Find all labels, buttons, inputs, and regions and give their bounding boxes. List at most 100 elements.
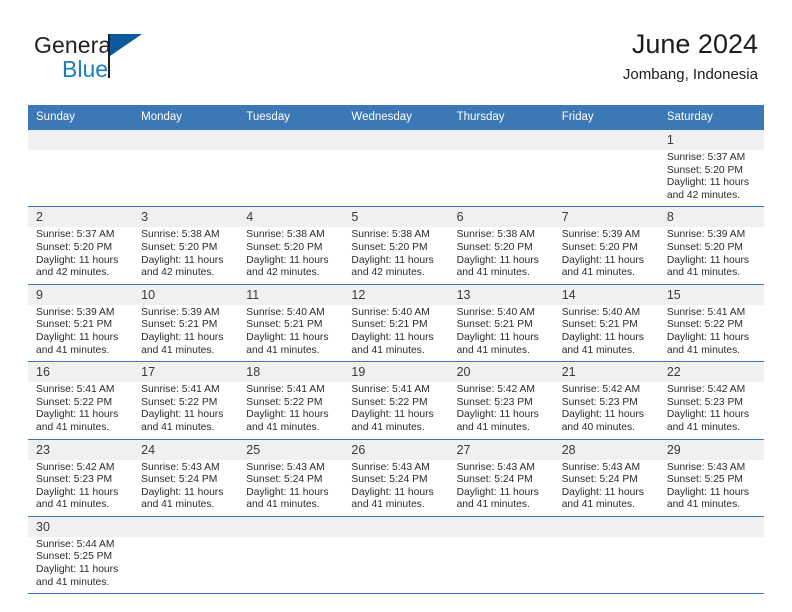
calendar-week-row: 9 Sunrise: 5:39 AM Sunset: 5:21 PM Daylight… (28, 284, 764, 363)
weekday-header-tuesday: Tuesday (246, 111, 290, 123)
calendar-day-cell[interactable]: 8 Sunrise: 5:39 AM Sunset: 5:20 PM Daylight… (658, 207, 764, 284)
day-sun-info: Sunrise: 5:38 AM Sunset: 5:20 PM Daylight:… (238, 227, 343, 283)
sunrise-text: Sunrise: 5:40 AM (246, 306, 325, 318)
day-sun-info: Sunrise: 5:42 AM Sunset: 5:23 PM Daylight:… (554, 382, 659, 438)
calendar-day-cell[interactable]: 4 Sunrise: 5:38 AM Sunset: 5:20 PM Daylight… (238, 207, 344, 284)
calendar-day-cell[interactable]: 15 Sunrise: 5:41 AM Sunset: 5:22 PM Dayligh… (658, 284, 764, 362)
calendar-day-cell[interactable]: 17 Sunrise: 5:41 AM Sunset: 5:22 PM Dayligh… (133, 362, 239, 439)
sunrise-text: Sunrise: 5:42 AM (36, 461, 115, 473)
day-number: 15 (658, 284, 764, 305)
general-blue-logo[interactable]: General Blue (34, 32, 174, 88)
calendar-day-cell[interactable]: 21 Sunrise: 5:42 AM Sunset: 5:23 PM Dayligh… (553, 362, 659, 439)
day-number: 4 (238, 207, 344, 228)
calendar-day-cell[interactable]: 19 Sunrise: 5:41 AM Sunset: 5:22 PM Dayligh… (343, 362, 449, 439)
calendar-day-cell[interactable]: 10 Sunrise: 5:39 AM Sunset: 5:21 PM Dayligh… (133, 284, 239, 362)
day-number: 8 (658, 207, 764, 228)
day-number: 12 (343, 284, 449, 305)
day-number: 2 (28, 207, 134, 228)
day-number (28, 130, 134, 150)
day-number: 7 (553, 207, 659, 228)
sunrise-text: Sunrise: 5:41 AM (351, 384, 430, 396)
day-sun-info: Sunrise: 5:42 AM Sunset: 5:23 PM Daylight:… (659, 382, 764, 438)
calendar-day-cell[interactable]: 3 Sunrise: 5:38 AM Sunset: 5:20 PM Daylight… (133, 207, 239, 284)
day-number: 5 (343, 207, 449, 228)
calendar-day-cell[interactable]: 29 Sunrise: 5:43 AM Sunset: 5:25 PM Dayligh… (658, 439, 764, 516)
calendar-day-cell-empty (28, 130, 134, 207)
sunrise-text: Sunrise: 5:43 AM (561, 461, 641, 473)
calendar-day-cell[interactable]: 1 Sunrise: 5:37 AM Sunset: 5:20 PM Daylight… (658, 130, 764, 207)
sunrise-text: Sunrise: 5:40 AM (351, 306, 430, 318)
calendar-day-cell[interactable]: 13 Sunrise: 5:40 AM Sunset: 5:21 PM Dayligh… (448, 284, 554, 362)
sunrise-text: Sunrise: 5:43 AM (351, 461, 430, 473)
sunrise-text: Sunrise: 5:38 AM (456, 229, 535, 241)
calendar-day-cell[interactable]: 6 Sunrise: 5:38 AM Sunset: 5:20 PM Daylight… (448, 207, 554, 284)
sunset-text: Sunset: 5:20 PM (456, 241, 533, 253)
calendar-day-cell[interactable]: 27 Sunrise: 5:43 AM Sunset: 5:24 PM Dayligh… (448, 439, 554, 516)
calendar-day-cell[interactable]: 9 Sunrise: 5:39 AM Sunset: 5:21 PM Daylight… (28, 284, 134, 362)
daylight-text: Daylight: 11 hours and 42 minutes. (351, 254, 434, 279)
calendar-grid: Sunday Monday Tuesday Wednesday Thursday Frid… (28, 105, 764, 595)
sunrise-text: Sunrise: 5:43 AM (456, 461, 535, 473)
calendar-day-cell[interactable]: 22 Sunrise: 5:42 AM Sunset: 5:23 PM Dayligh… (658, 362, 764, 439)
calendar-day-cell[interactable]: 11 Sunrise: 5:40 AM Sunset: 5:21 PM Dayligh… (238, 284, 344, 362)
daylight-text: Daylight: 11 hours and 40 minutes. (561, 409, 644, 433)
day-sun-info: Sunrise: 5:43 AM Sunset: 5:24 PM Daylight:… (554, 460, 659, 516)
day-number (238, 516, 344, 537)
day-number: 20 (448, 362, 554, 383)
day-sun-info: Sunrise: 5:41 AM Sunset: 5:22 PM Daylight:… (238, 382, 343, 438)
daylight-text: Daylight: 11 hours and 41 minutes. (141, 486, 224, 511)
calendar-day-cell[interactable]: 23 Sunrise: 5:42 AM Sunset: 5:23 PM Dayligh… (28, 439, 134, 516)
day-number: 16 (28, 362, 134, 383)
day-sun-info: Sunrise: 5:40 AM Sunset: 5:21 PM Daylight:… (238, 305, 343, 361)
daylight-text: Daylight: 11 hours and 41 minutes. (456, 331, 539, 356)
day-sun-info: Sunrise: 5:37 AM Sunset: 5:20 PM Daylight:… (28, 227, 133, 283)
day-number: 24 (133, 439, 239, 460)
sunset-text: Sunset: 5:20 PM (561, 241, 638, 253)
day-sun-info: Sunrise: 5:40 AM Sunset: 5:21 PM Daylight:… (449, 305, 554, 361)
sunrise-text: Sunrise: 5:42 AM (666, 384, 746, 396)
calendar-day-cell[interactable]: 30 Sunrise: 5:44 AM Sunset: 5:25 PM Dayligh… (28, 516, 134, 594)
calendar-day-cell[interactable]: 12 Sunrise: 5:40 AM Sunset: 5:21 PM Dayligh… (343, 284, 449, 362)
day-number: 6 (448, 207, 554, 228)
calendar-day-cell[interactable]: 16 Sunrise: 5:41 AM Sunset: 5:22 PM Dayligh… (28, 362, 134, 439)
day-sun-info: Sunrise: 5:38 AM Sunset: 5:20 PM Daylight:… (133, 227, 238, 283)
day-sun-info: Sunrise: 5:41 AM Sunset: 5:22 PM Daylight:… (133, 382, 238, 438)
daylight-text: Daylight: 11 hours and 41 minutes. (36, 409, 119, 433)
day-sun-info: Sunrise: 5:43 AM Sunset: 5:24 PM Daylight:… (238, 460, 343, 516)
calendar-day-cell[interactable]: 28 Sunrise: 5:43 AM Sunset: 5:24 PM Dayligh… (553, 439, 659, 516)
calendar-day-cell[interactable]: 26 Sunrise: 5:43 AM Sunset: 5:24 PM Dayligh… (343, 439, 449, 516)
calendar-day-cell[interactable]: 14 Sunrise: 5:40 AM Sunset: 5:21 PM Dayligh… (553, 284, 659, 362)
daylight-text: Daylight: 11 hours and 41 minutes. (351, 409, 434, 433)
calendar-day-cell[interactable]: 25 Sunrise: 5:43 AM Sunset: 5:24 PM Dayligh… (238, 439, 344, 516)
calendar-day-cell[interactable]: 18 Sunrise: 5:41 AM Sunset: 5:22 PM Dayligh… (238, 362, 344, 439)
day-sun-info: Sunrise: 5:44 AM Sunset: 5:25 PM Daylight:… (28, 537, 133, 593)
sunrise-text: Sunrise: 5:39 AM (666, 229, 746, 241)
calendar-week-row: 2 Sunrise: 5:37 AM Sunset: 5:20 PM Daylight… (28, 207, 764, 285)
day-number (553, 516, 659, 537)
day-number (238, 130, 344, 150)
sunset-text: Sunset: 5:21 PM (456, 319, 533, 331)
calendar-day-cell[interactable]: 24 Sunrise: 5:43 AM Sunset: 5:24 PM Dayligh… (133, 439, 239, 516)
day-number: 29 (658, 439, 764, 460)
sunrise-text: Sunrise: 5:42 AM (456, 384, 535, 396)
sunrise-text: Sunrise: 5:41 AM (666, 306, 746, 318)
daylight-text: Daylight: 11 hours and 41 minutes. (351, 331, 434, 356)
calendar-day-cell[interactable]: 20 Sunrise: 5:42 AM Sunset: 5:23 PM Dayligh… (448, 362, 554, 439)
sunrise-text: Sunrise: 5:43 AM (141, 461, 220, 473)
calendar-day-cell-empty (133, 130, 239, 207)
daylight-text: Daylight: 11 hours and 41 minutes. (246, 486, 329, 511)
daylight-text: Daylight: 11 hours and 41 minutes. (666, 254, 750, 279)
sunrise-text: Sunrise: 5:44 AM (36, 538, 115, 550)
sunset-text: Sunset: 5:23 PM (561, 396, 638, 408)
daylight-text: Daylight: 11 hours and 41 minutes. (36, 331, 119, 356)
day-sun-info: Sunrise: 5:38 AM Sunset: 5:20 PM Daylight:… (343, 227, 448, 283)
sunrise-text: Sunrise: 5:41 AM (141, 384, 220, 396)
sunrise-text: Sunrise: 5:39 AM (36, 306, 115, 318)
calendar-day-cell[interactable]: 2 Sunrise: 5:37 AM Sunset: 5:20 PM Daylight… (28, 207, 134, 284)
sunrise-text: Sunrise: 5:40 AM (456, 306, 535, 318)
day-number: 19 (343, 362, 449, 383)
sunset-text: Sunset: 5:24 PM (351, 474, 428, 486)
calendar-week-row: 30 Sunrise: 5:44 AM Sunset: 5:25 PM Dayligh… (28, 516, 764, 595)
calendar-day-cell[interactable]: 7 Sunrise: 5:39 AM Sunset: 5:20 PM Daylight… (553, 207, 659, 284)
calendar-day-cell[interactable]: 5 Sunrise: 5:38 AM Sunset: 5:20 PM Daylight… (343, 207, 449, 284)
